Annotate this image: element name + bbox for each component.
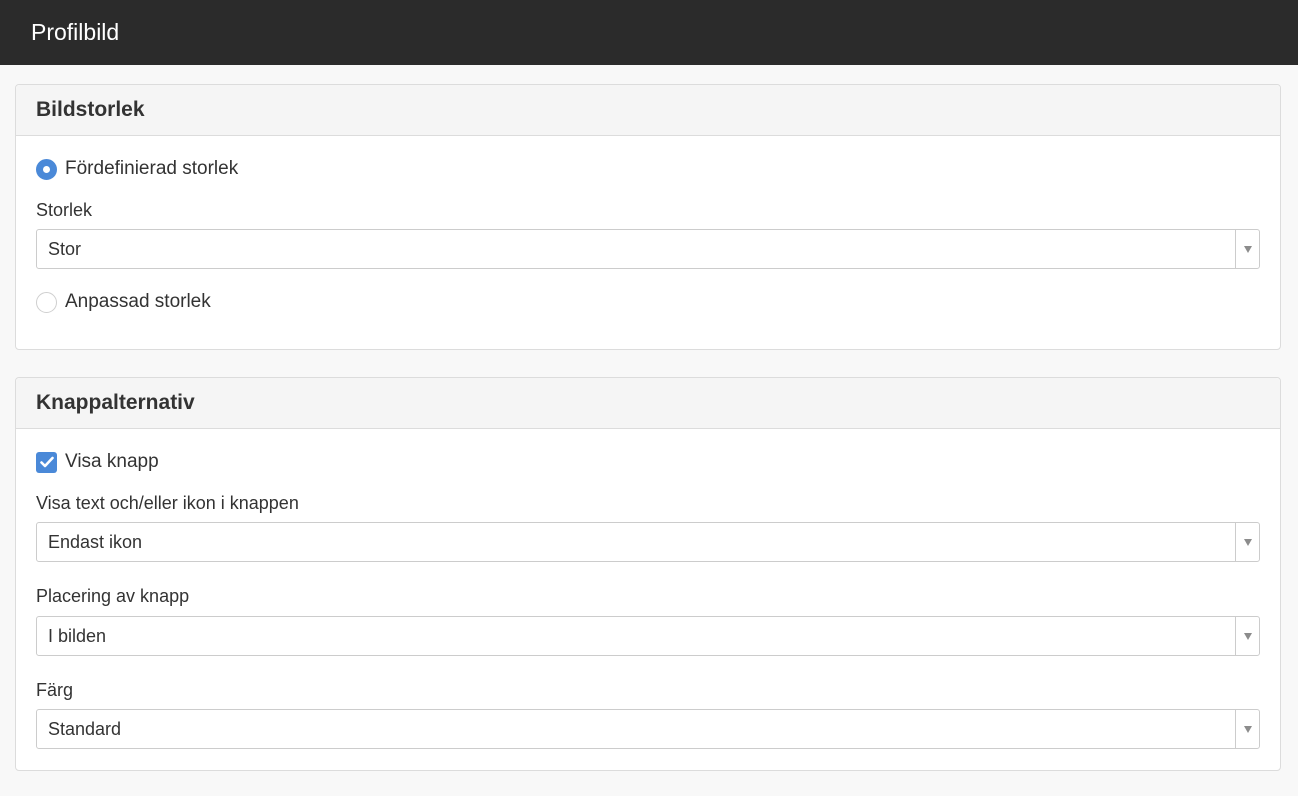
predefined-size-radio[interactable] [36,158,57,180]
app-header: Profilbild [0,0,1298,65]
image-size-heading: Bildstorlek [16,85,1280,136]
color-select-arrow[interactable] [1235,710,1259,748]
placement-select[interactable]: I bilden [36,616,1260,656]
chevron-down-icon [1243,632,1252,640]
custom-size-label: Anpassad storlek [65,291,211,312]
text-icon-select-value: Endast ikon [48,531,143,552]
text-icon-select-arrow[interactable] [1235,523,1259,561]
show-button-checkbox[interactable] [36,451,57,473]
color-select[interactable]: Standard [36,709,1260,749]
custom-size-radio[interactable] [36,291,57,313]
predefined-size-option[interactable]: Fördefinierad storlek [36,157,238,181]
image-size-panel: Bildstorlek Fördefinierad storlek Storle… [15,84,1281,350]
custom-size-option[interactable]: Anpassad storlek [36,290,211,314]
button-options-heading: Knappalternativ [16,378,1280,429]
chevron-down-icon [1243,725,1252,733]
text-icon-select[interactable]: Endast ikon [36,522,1260,562]
size-select-value: Stor [48,238,82,259]
placement-select-value: I bilden [48,625,107,646]
size-select[interactable]: Stor [36,229,1260,269]
placement-label: Placering av knapp [36,586,190,606]
color-label: Färg [36,680,74,700]
show-button-label: Visa knapp [65,451,159,472]
placement-select-arrow[interactable] [1235,617,1259,655]
size-select-arrow[interactable] [1235,230,1259,268]
size-label: Storlek [36,200,93,220]
button-options-panel: Knappalternativ Visa knapp Visa text och… [15,377,1281,771]
chevron-down-icon [1243,245,1252,253]
chevron-down-icon [1243,538,1252,546]
color-select-value: Standard [48,718,122,739]
check-icon [39,456,54,468]
show-button-option[interactable]: Visa knapp [36,450,159,474]
text-icon-label: Visa text och/eller ikon i knappen [36,493,299,513]
predefined-size-label: Fördefinierad storlek [65,158,239,179]
page-title: Profilbild [31,19,120,45]
